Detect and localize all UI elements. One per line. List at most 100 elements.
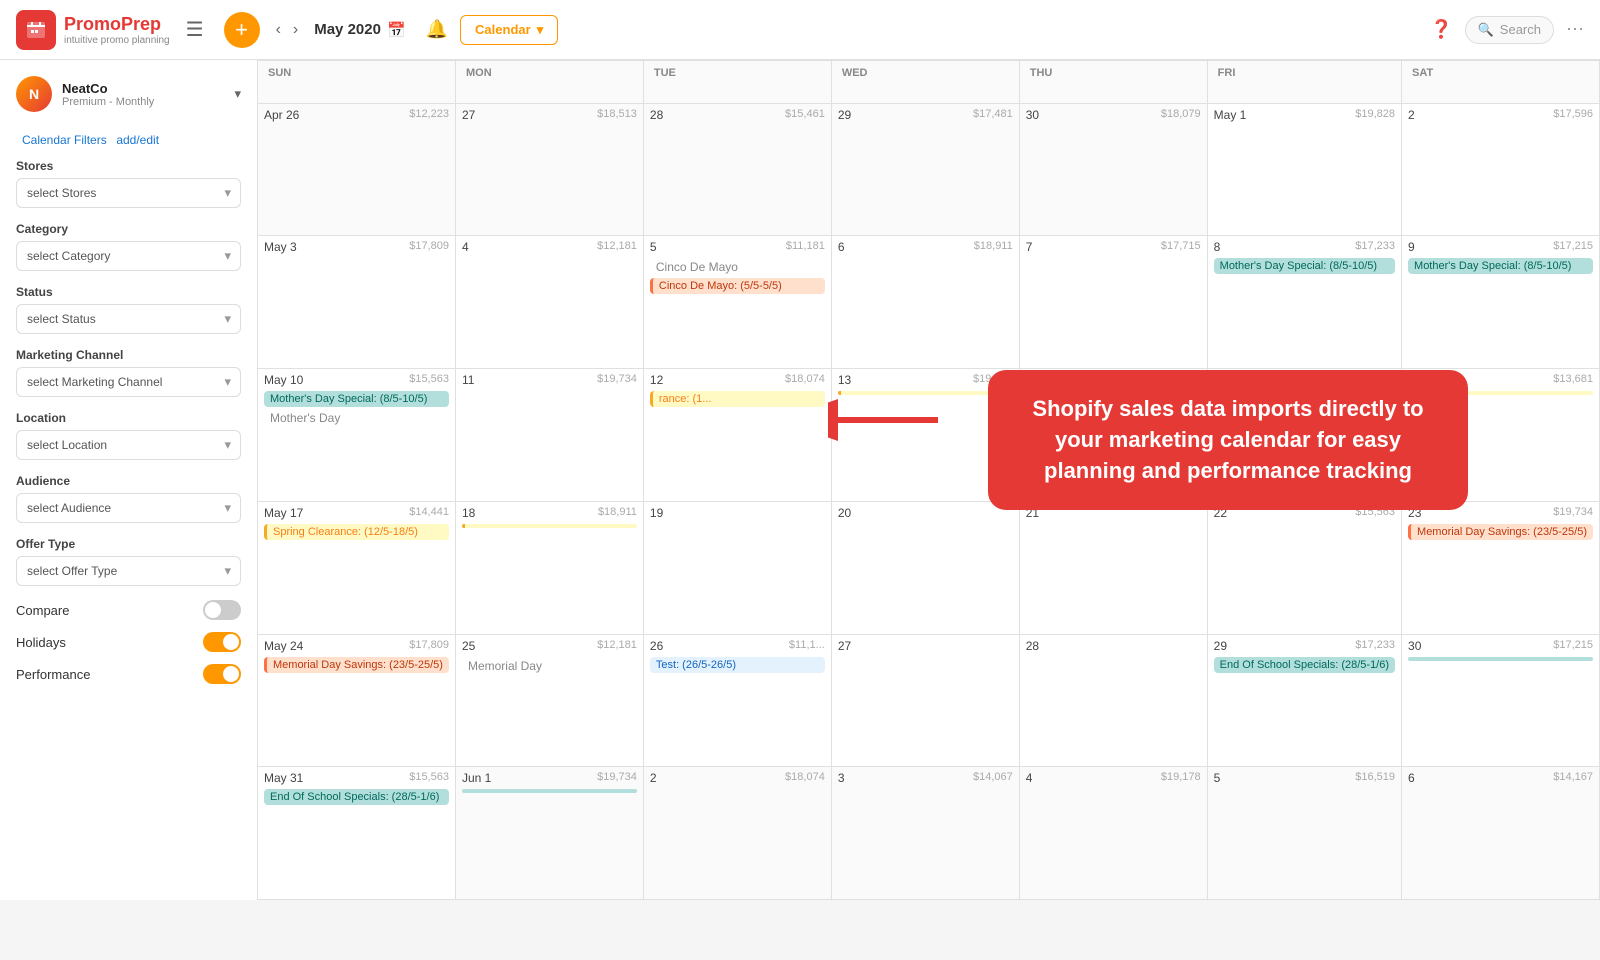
event-spring-clearance-18[interactable] xyxy=(462,524,637,528)
hamburger-icon[interactable]: ☰ xyxy=(186,17,204,42)
filters-add-edit[interactable]: add/edit xyxy=(116,133,159,147)
day-may26[interactable]: 26$11,1... Test: (26/5-26/5) xyxy=(644,635,832,768)
bell-icon[interactable]: 🔔 xyxy=(426,19,448,40)
performance-row: Performance xyxy=(16,664,241,684)
app-body: N NeatCo Premium - Monthly ▾ Calendar Fi… xyxy=(0,60,1600,900)
day-may5[interactable]: 5$11,181 Cinco De Mayo Cinco De Mayo: (5… xyxy=(644,236,832,369)
event-memorial-savings-24[interactable]: Memorial Day Savings: (23/5-25/5) xyxy=(264,657,449,673)
day-may28[interactable]: 28 xyxy=(1020,635,1208,768)
audience-select-wrap[interactable]: select Audience xyxy=(16,493,241,523)
day-jun4[interactable]: 4$19,178 xyxy=(1020,767,1208,900)
offer-select-wrap[interactable]: select Offer Type xyxy=(16,556,241,586)
location-select-wrap[interactable]: select Location xyxy=(16,430,241,460)
user-chevron-icon[interactable]: ▾ xyxy=(234,86,241,102)
app-subtitle: intuitive promo planning xyxy=(64,35,170,46)
event-mothers-day-special-8[interactable]: Mother's Day Special: (8/5-10/5) xyxy=(1214,258,1395,274)
day-may17[interactable]: May 17$14,441 Spring Clearance: (12/5-18… xyxy=(258,502,456,635)
compare-toggle[interactable] xyxy=(203,600,241,620)
status-select-wrap[interactable]: select Status xyxy=(16,304,241,334)
event-spring-clearance-17[interactable]: Spring Clearance: (12/5-18/5) xyxy=(264,524,449,540)
event-test-26[interactable]: Test: (26/5-26/5) xyxy=(650,657,825,673)
event-mothers-day-holiday[interactable]: Mother's Day xyxy=(264,409,449,427)
event-end-school-31[interactable]: End Of School Specials: (28/5-1/6) xyxy=(264,789,449,805)
status-select[interactable]: select Status xyxy=(16,304,241,334)
day-jun2[interactable]: 2$18,074 xyxy=(644,767,832,900)
day-may3[interactable]: May 3$17,809 xyxy=(258,236,456,369)
holidays-toggle[interactable] xyxy=(203,632,241,652)
day-may7[interactable]: 7$17,715 xyxy=(1020,236,1208,369)
day-jun5[interactable]: 5$16,519 xyxy=(1208,767,1402,900)
search-box[interactable]: 🔍 Search xyxy=(1465,16,1554,44)
offer-label: Offer Type xyxy=(16,537,241,551)
event-cinco-holiday[interactable]: Cinco De Mayo xyxy=(650,258,825,276)
day-may2[interactable]: 2$17,596 xyxy=(1402,104,1600,237)
event-end-school-jun1[interactable] xyxy=(462,789,637,793)
search-icon: 🔍 xyxy=(1478,22,1494,38)
navbar: PromoPrep intuitive promo planning ☰ + ‹… xyxy=(0,0,1600,60)
day-apr29[interactable]: 29$17,481 xyxy=(832,104,1020,237)
user-details: NeatCo Premium - Monthly xyxy=(62,81,154,108)
day-may9[interactable]: 9$17,215 Mother's Day Special: (8/5-10/5… xyxy=(1402,236,1600,369)
help-icon[interactable]: ❓ xyxy=(1430,19,1452,40)
event-mothers-day-special-9[interactable]: Mother's Day Special: (8/5-10/5) xyxy=(1408,258,1593,274)
prev-arrow[interactable]: ‹ xyxy=(272,17,285,43)
day-may24[interactable]: May 24$17,809 Memorial Day Savings: (23/… xyxy=(258,635,456,768)
performance-toggle[interactable] xyxy=(203,664,241,684)
event-memorial-day-holiday[interactable]: Memorial Day xyxy=(462,657,637,675)
day-apr28[interactable]: 28$15,461 xyxy=(644,104,832,237)
day-may6[interactable]: 6$18,911 xyxy=(832,236,1020,369)
stores-label: Stores xyxy=(16,159,241,173)
day-apr26[interactable]: Apr 26$12,223 xyxy=(258,104,456,237)
day-may30[interactable]: 30$17,215 xyxy=(1402,635,1600,768)
day-may4[interactable]: 4$12,181 xyxy=(456,236,644,369)
next-arrow[interactable]: › xyxy=(289,17,302,43)
day-header-sun: Sun xyxy=(258,61,456,104)
day-may20[interactable]: 20 xyxy=(832,502,1020,635)
day-may11[interactable]: 11$19,734 xyxy=(456,369,644,502)
day-may8[interactable]: 8$17,233 Mother's Day Special: (8/5-10/5… xyxy=(1208,236,1402,369)
calendar-dropdown-btn[interactable]: Calendar ▾ xyxy=(460,15,558,45)
more-icon[interactable]: ⋯ xyxy=(1566,19,1584,40)
category-select-wrap[interactable]: select Category xyxy=(16,241,241,271)
add-button[interactable]: + xyxy=(224,12,260,48)
location-select[interactable]: select Location xyxy=(16,430,241,460)
logo-text: PromoPrep intuitive promo planning xyxy=(64,14,170,46)
event-memorial-savings-23[interactable]: Memorial Day Savings: (23/5-25/5) xyxy=(1408,524,1593,540)
day-may21[interactable]: 21 xyxy=(1020,502,1208,635)
day-jun1[interactable]: Jun 1$19,734 xyxy=(456,767,644,900)
day-apr27[interactable]: 27$18,513 xyxy=(456,104,644,237)
callout-bubble: Shopify sales data imports directly to y… xyxy=(988,370,1468,510)
day-may18[interactable]: 18$18,911 xyxy=(456,502,644,635)
event-clearance-12[interactable]: rance: (1... xyxy=(650,391,825,407)
event-mothers-day-special-10[interactable]: Mother's Day Special: (8/5-10/5) xyxy=(264,391,449,407)
offer-select[interactable]: select Offer Type xyxy=(16,556,241,586)
day-may29[interactable]: 29$17,233 End Of School Specials: (28/5-… xyxy=(1208,635,1402,768)
day-may22[interactable]: 22$15,563 xyxy=(1208,502,1402,635)
day-jun3[interactable]: 3$14,067 xyxy=(832,767,1020,900)
event-cinco-promo[interactable]: Cinco De Mayo: (5/5-5/5) xyxy=(650,278,825,294)
marketing-select[interactable]: select Marketing Channel xyxy=(16,367,241,397)
day-may25[interactable]: 25$12,181 Memorial Day xyxy=(456,635,644,768)
day-may10[interactable]: May 10$15,563 Mother's Day Special: (8/5… xyxy=(258,369,456,502)
audience-label: Audience xyxy=(16,474,241,488)
user-row: N NeatCo Premium - Monthly ▾ xyxy=(16,76,241,112)
category-select[interactable]: select Category xyxy=(16,241,241,271)
day-may27[interactable]: 27 xyxy=(832,635,1020,768)
calendar-icon[interactable]: 📅 xyxy=(387,21,406,39)
day-header-thu: Thu xyxy=(1020,61,1208,104)
marketing-select-wrap[interactable]: select Marketing Channel xyxy=(16,367,241,397)
day-apr30[interactable]: 30$18,079 xyxy=(1020,104,1208,237)
day-may12[interactable]: 12$18,074 rance: (1... xyxy=(644,369,832,502)
audience-select[interactable]: select Audience xyxy=(16,493,241,523)
event-end-school-29[interactable]: End Of School Specials: (28/5-1/6) xyxy=(1214,657,1395,673)
event-end-school-30[interactable] xyxy=(1408,657,1593,661)
day-may31[interactable]: May 31$15,563 End Of School Specials: (2… xyxy=(258,767,456,900)
category-label: Category xyxy=(16,222,241,236)
compare-label: Compare xyxy=(16,603,69,618)
day-may19[interactable]: 19 xyxy=(644,502,832,635)
day-jun6[interactable]: 6$14,167 xyxy=(1402,767,1600,900)
stores-select[interactable]: select Stores xyxy=(16,178,241,208)
day-may1[interactable]: May 1$19,828 xyxy=(1208,104,1402,237)
stores-select-wrap[interactable]: select Stores xyxy=(16,178,241,208)
day-may23[interactable]: 23$19,734 Memorial Day Savings: (23/5-25… xyxy=(1402,502,1600,635)
